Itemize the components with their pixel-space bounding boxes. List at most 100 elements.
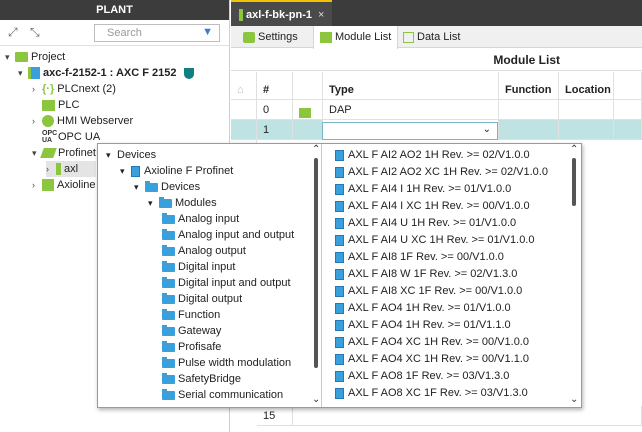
module-label: AXL F AI4 I 1H Rev. >= 01/V1.0.0 [348, 183, 512, 195]
close-tab-icon[interactable]: × [318, 9, 324, 21]
catalog-tree-item[interactable]: Serial communication [162, 387, 283, 403]
catalog-tree-item[interactable]: ▾ Devices [134, 179, 200, 195]
module-list-item[interactable]: AXL F AI4 I 1H Rev. >= 01/V1.0.0 [335, 181, 511, 197]
filter-icon[interactable]: ▼ [202, 26, 213, 38]
row-gutter [231, 100, 257, 120]
row-extra [614, 120, 642, 140]
module-icon [335, 319, 344, 331]
catalog-tree-label: Analog output [178, 245, 246, 257]
catalog-tree-item[interactable]: Digital output [162, 291, 242, 307]
catalog-tree-item[interactable]: Analog input and output [162, 227, 294, 243]
tab-axl-f-bk-pn-1[interactable]: axl-f-bk-pn-1 × [231, 0, 333, 26]
data-list-icon [403, 31, 414, 43]
folder-icon [162, 212, 175, 224]
tree-scroll-up-icon[interactable]: ⌃ [312, 144, 320, 155]
row-function [499, 120, 559, 140]
catalog-tree-item[interactable]: Gateway [162, 323, 221, 339]
module-list-item[interactable]: AXL F AO8 XC 1F Rev. >= 03/V1.3.0 [335, 385, 528, 401]
search-input[interactable] [95, 25, 195, 41]
catalog-tree-item[interactable]: Analog output [162, 243, 246, 259]
device-icon [239, 9, 243, 22]
catalog-tree-item[interactable]: Digital input [162, 259, 235, 275]
catalog-tree-item[interactable]: ▾ Modules [148, 195, 217, 211]
col-header-type[interactable]: Type [323, 72, 499, 100]
catalog-tree-label: Devices [117, 149, 157, 161]
expand-all-icon[interactable]: ⤢ [8, 25, 22, 39]
folder-icon [162, 388, 175, 400]
folder-icon [162, 260, 175, 272]
expand-arrow-icon[interactable]: ▾ [134, 179, 145, 195]
module-list-item[interactable]: AXL F AI8 1F Rev. >= 00/V1.0.0 [335, 249, 504, 265]
tree-item-axl[interactable]: › axl [46, 161, 96, 177]
module-icon [335, 336, 344, 348]
catalog-tree-item[interactable]: Analog input [162, 211, 239, 227]
module-list-icon [320, 31, 332, 43]
tree-item-profinet[interactable]: ▾ Profinet [32, 145, 96, 161]
module-list-item[interactable]: AXL F AO4 XC 1H Rev. >= 00/V1.0.0 [335, 334, 529, 350]
folder-icon [162, 324, 175, 336]
module-list-item[interactable]: AXL F AI2 AO2 1H Rev. >= 02/V1.0.0 [335, 147, 530, 163]
plant-panel-title: PLANT [0, 0, 229, 20]
tree-item-axioline[interactable]: › Axioline [32, 177, 96, 193]
module-list-item[interactable]: AXL F AI4 I XC 1H Rev. >= 00/V1.0.0 [335, 198, 530, 214]
catalog-tree-label: Modules [175, 197, 217, 209]
expand-arrow-icon[interactable]: ▾ [120, 163, 131, 179]
tree-item-hmi-webserver[interactable]: › HMI Webserver [32, 113, 133, 129]
editor-tab-bar: axl-f-bk-pn-1 × [231, 0, 642, 26]
module-label: AXL F AO4 1H Rev. >= 01/V1.0.0 [348, 302, 511, 314]
catalog-tree-label: Serial communication [178, 389, 284, 401]
tree-item-project[interactable]: ▾ Project [5, 49, 65, 65]
row-function [499, 100, 559, 120]
list-scrollbar[interactable] [572, 158, 576, 206]
catalog-tree-item[interactable]: Function [162, 307, 220, 323]
settings-icon [243, 31, 255, 43]
editor-subtabs: Settings Module List Data List [231, 26, 642, 49]
module-icon [335, 353, 344, 365]
module-list-item[interactable]: AXL F AI4 U 1H Rev. >= 01/V1.0.0 [335, 215, 516, 231]
tab-settings[interactable]: Settings [237, 26, 304, 48]
col-header-function[interactable]: Function [499, 72, 559, 100]
module-label: AXL F AI8 1F Rev. >= 00/V1.0.0 [348, 251, 504, 263]
catalog-tree-item[interactable]: ▾ Devices [106, 147, 156, 163]
catalog-tree-item[interactable]: SafetyBridge [162, 371, 241, 387]
catalog-tree-item[interactable]: Profisafe [162, 339, 221, 355]
catalog-tree-label: Function [178, 309, 221, 321]
tab-data-list[interactable]: Data List [397, 26, 466, 48]
module-list-item[interactable]: AXL F AI4 U XC 1H Rev. >= 01/V1.0.0 [335, 232, 534, 248]
folder-icon [162, 372, 175, 384]
project-icon [15, 52, 28, 63]
row-gutter [231, 120, 257, 140]
module-list-item[interactable]: AXL F AI2 AO2 XC 1H Rev. >= 02/V1.0.0 [335, 164, 548, 180]
module-icon [335, 183, 344, 195]
module-list-item[interactable]: AXL F AO8 1F Rev. >= 03/V1.3.0 [335, 368, 509, 384]
module-list-item[interactable]: AXL F AI8 XC 1F Rev. >= 00/V1.0.0 [335, 283, 522, 299]
chevron-down-icon[interactable]: ⌄ [483, 124, 491, 135]
module-list-item[interactable]: AXL F AI8 W 1F Rev. >= 02/V1.3.0 [335, 266, 517, 282]
module-icon [335, 370, 344, 382]
search-box[interactable]: ▼ [94, 24, 220, 42]
tree-item-controller[interactable]: ▾ axc-f-2152-1 : AXC F 2152 [18, 65, 197, 81]
list-scroll-up-icon[interactable]: ⌃ [570, 144, 578, 155]
expand-arrow-icon[interactable]: ▾ [106, 147, 117, 163]
tree-item-plcnext[interactable]: › {·} PLCnext (2) [32, 81, 116, 97]
tree-scrollbar[interactable] [314, 158, 318, 368]
catalog-tree-item[interactable]: Pulse width modulation [162, 355, 291, 371]
col-header-location[interactable]: Location [559, 72, 614, 100]
expand-arrow-icon[interactable]: ▾ [148, 195, 159, 211]
folder-icon [162, 228, 175, 240]
catalog-tree-item[interactable]: Digital input and output [162, 275, 291, 291]
shield-icon [183, 67, 194, 79]
list-scroll-down-icon[interactable]: ⌄ [570, 394, 578, 405]
type-dropdown[interactable]: ⌄ [322, 122, 498, 140]
collapse-all-icon[interactable]: ⤡ [30, 25, 44, 39]
tree-item-opc-ua[interactable]: OPC UA OPC UA [42, 129, 100, 145]
col-header-num[interactable]: # [257, 72, 293, 100]
catalog-tree-label: SafetyBridge [178, 373, 241, 385]
module-list-item[interactable]: AXL F AO4 1H Rev. >= 01/V1.0.0 [335, 300, 511, 316]
tree-item-plc[interactable]: PLC [42, 97, 79, 113]
catalog-tree-item[interactable]: ▾ Axioline F Profinet [120, 163, 233, 179]
module-list-item[interactable]: AXL F AO4 XC 1H Rev. >= 00/V1.1.0 [335, 351, 529, 367]
module-list-item[interactable]: AXL F AO4 1H Rev. >= 01/V1.1.0 [335, 317, 511, 333]
tab-module-list[interactable]: Module List [313, 26, 399, 49]
tree-scroll-down-icon[interactable]: ⌄ [312, 394, 320, 405]
